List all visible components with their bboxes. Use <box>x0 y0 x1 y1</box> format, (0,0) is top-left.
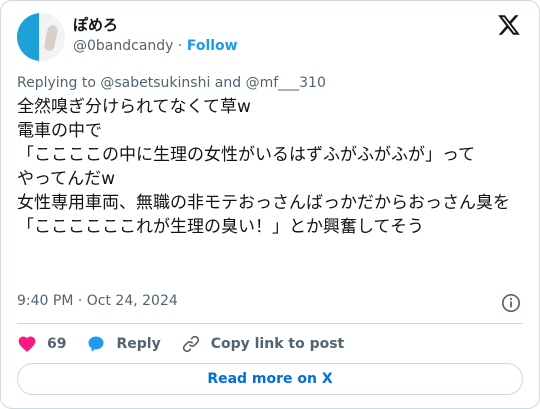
tweet-header: ぽめろ @0bandcandy · Follow <box>17 13 523 63</box>
info-icon[interactable] <box>501 293 521 313</box>
handle-row: @0bandcandy · Follow <box>73 36 238 56</box>
replying-to: Replying to @sabetsukinshi and @mf___310 <box>17 75 326 91</box>
display-name[interactable]: ぽめろ <box>73 15 238 35</box>
avatar[interactable] <box>17 13 65 61</box>
user-handle[interactable]: @0bandcandy <box>73 38 173 54</box>
follow-button[interactable]: Follow <box>187 38 238 54</box>
action-bar: 69 Reply Copy link to post <box>17 332 364 356</box>
handle-separator: · <box>173 38 187 54</box>
reply-button[interactable]: Reply <box>86 334 161 354</box>
like-button[interactable]: 69 <box>17 334 66 354</box>
reply-bubble-icon <box>88 336 104 352</box>
divider <box>17 323 523 324</box>
copy-link-label: Copy link to post <box>210 336 345 352</box>
tweet-card: ぽめろ @0bandcandy · Follow Replying to @sa… <box>0 0 540 409</box>
copy-link-button[interactable]: Copy link to post <box>181 334 345 354</box>
tweet-text: 全然嗅ぎ分けられてなくて草w 電車の中で 「ここここの中に生理の女性がいるはずふ… <box>17 97 510 237</box>
like-count: 69 <box>47 336 67 352</box>
user-info: ぽめろ @0bandcandy · Follow <box>73 15 238 56</box>
read-more-button[interactable]: Read more on X <box>17 363 523 395</box>
reply-label: Reply <box>116 336 161 352</box>
avatar-blue-section <box>17 13 41 61</box>
heart-icon <box>18 336 36 352</box>
timestamp[interactable]: 9:40 PM · Oct 24, 2024 <box>17 292 178 310</box>
link-icon <box>182 335 199 353</box>
x-logo-icon[interactable] <box>497 13 521 37</box>
